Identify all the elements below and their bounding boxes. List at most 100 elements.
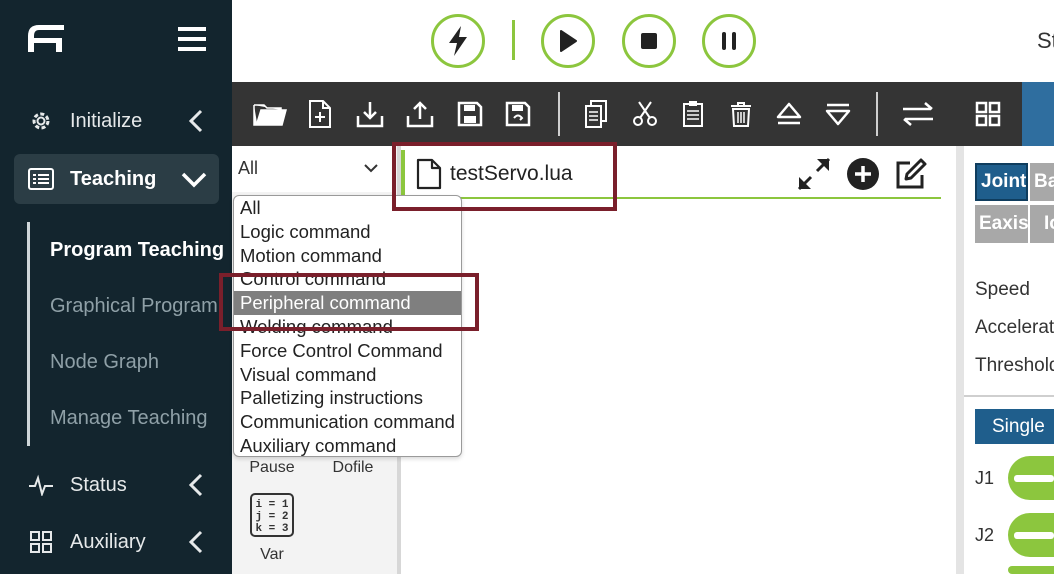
j2-minus-button[interactable] — [1008, 513, 1054, 557]
nav-status[interactable]: Status — [14, 460, 219, 510]
filter-option-palletizing[interactable]: Palletizing instructions — [234, 386, 461, 410]
pause-button[interactable] — [702, 14, 756, 68]
toolbar-extension — [1022, 82, 1054, 146]
add-circle-icon — [847, 158, 879, 190]
top-bar: St — [232, 0, 1054, 82]
grid-view-icon — [975, 101, 1001, 127]
new-file-icon — [309, 100, 331, 128]
mode-joint-button[interactable]: Joint — [975, 163, 1028, 201]
grid-view-button[interactable] — [968, 94, 1008, 134]
nav-initialize[interactable]: Initialize — [14, 96, 219, 146]
minus-icon — [1014, 475, 1054, 482]
save-icon — [457, 101, 483, 127]
save-as-button[interactable] — [498, 94, 538, 134]
file-toolbar — [232, 82, 1022, 146]
status-text: St — [1037, 28, 1054, 53]
j3-minus-button[interactable] — [1008, 566, 1054, 574]
play-button[interactable] — [541, 14, 595, 68]
save-button[interactable] — [450, 94, 490, 134]
swap-icon — [903, 102, 933, 126]
var-line-3: k = 3 — [255, 523, 288, 535]
move-down-icon — [825, 103, 851, 126]
pause-icon — [722, 32, 736, 50]
filter-option-communication[interactable]: Communication command — [234, 410, 461, 434]
open-folder-icon — [253, 104, 287, 126]
move-down-button[interactable] — [818, 94, 858, 134]
delete-button[interactable] — [721, 94, 761, 134]
save-as-icon — [505, 101, 531, 127]
nav-teaching-label: Teaching — [70, 167, 157, 190]
minus-icon — [1014, 532, 1054, 539]
subnav-manage-teaching[interactable]: Manage Teaching — [50, 407, 208, 430]
var-icon[interactable]: i = 1 j = 2 k = 3 — [250, 493, 294, 537]
subnav-node-graph[interactable]: Node Graph — [50, 351, 159, 374]
nav-auxiliary-label: Auxiliary — [70, 530, 146, 553]
peripheral-option-highlight — [219, 273, 479, 331]
command-dofile[interactable]: Dofile — [313, 459, 393, 477]
command-pause[interactable]: Pause — [232, 459, 312, 477]
expand-button[interactable] — [796, 156, 832, 192]
nav-status-label: Status — [70, 473, 127, 496]
play-icon — [560, 30, 577, 52]
stop-button[interactable] — [622, 14, 676, 68]
acceleration-label: Acceleration — [975, 317, 1054, 338]
var-line-1: i = 1 — [255, 499, 288, 511]
filter-option-motion[interactable]: Motion command — [234, 244, 461, 268]
subnav-graphical-program[interactable]: Graphical Program — [50, 295, 218, 318]
chevron-left-icon — [188, 473, 203, 497]
filter-option-force-control[interactable]: Force Control Command — [234, 339, 461, 363]
edit-button[interactable] — [893, 156, 929, 192]
copy-icon — [585, 100, 607, 128]
j1-minus-button[interactable] — [1008, 456, 1054, 500]
nav-auxiliary[interactable]: Auxiliary — [14, 517, 219, 567]
command-filter-select[interactable]: All — [232, 146, 392, 192]
open-folder-button[interactable] — [250, 94, 290, 134]
import-icon — [356, 102, 384, 128]
copy-button[interactable] — [576, 94, 616, 134]
mode-eaxis-button[interactable]: Eaxis — [975, 205, 1028, 243]
new-file-button[interactable] — [300, 94, 340, 134]
edit-icon — [896, 158, 927, 189]
nav-teaching[interactable]: Teaching — [14, 154, 219, 204]
lightning-button[interactable] — [431, 14, 485, 68]
grid-icon — [28, 529, 54, 555]
mode-base-button[interactable]: Ba — [1030, 163, 1054, 201]
export-icon — [406, 101, 434, 128]
chevron-left-icon — [188, 109, 203, 133]
paste-button[interactable] — [673, 94, 713, 134]
nav-initialize-label: Initialize — [70, 109, 143, 132]
delete-icon — [731, 102, 751, 127]
joint-label-j2: J2 — [975, 525, 995, 545]
move-up-button[interactable] — [769, 94, 809, 134]
speed-label: Speed — [975, 279, 1030, 300]
stop-icon — [641, 33, 657, 49]
chevron-left-icon — [188, 530, 203, 554]
filter-selected-value: All — [238, 158, 259, 178]
add-button[interactable] — [845, 156, 881, 192]
move-up-icon — [776, 102, 802, 125]
paste-icon — [683, 101, 703, 127]
var-line-2: j = 2 — [255, 511, 288, 523]
command-var[interactable]: Var — [232, 546, 312, 564]
import-button[interactable] — [350, 94, 390, 134]
single-mode-button[interactable]: Single — [975, 409, 1054, 444]
brand-logo-icon[interactable] — [26, 22, 66, 54]
threshold-label: Threshold — [975, 355, 1054, 376]
filter-option-visual[interactable]: Visual command — [234, 363, 461, 387]
list-icon — [28, 166, 54, 192]
export-button[interactable] — [400, 94, 440, 134]
lightning-icon — [449, 26, 467, 56]
sidebar: Initialize Teaching Program Teaching Gra… — [0, 0, 232, 574]
cut-icon — [633, 101, 657, 126]
swap-button[interactable] — [898, 94, 938, 134]
control-divider — [512, 20, 515, 60]
hamburger-icon[interactable] — [178, 26, 206, 52]
subnav-program-teaching[interactable]: Program Teaching — [50, 239, 224, 262]
mode-io-button[interactable]: Io — [1030, 205, 1054, 243]
gear-icon — [28, 108, 54, 134]
cut-button[interactable] — [625, 94, 665, 134]
right-panel-divider — [964, 395, 1054, 397]
filter-option-logic[interactable]: Logic command — [234, 220, 461, 244]
filter-option-auxiliary[interactable]: Auxiliary command — [234, 434, 461, 456]
toolbar-divider — [558, 92, 560, 136]
